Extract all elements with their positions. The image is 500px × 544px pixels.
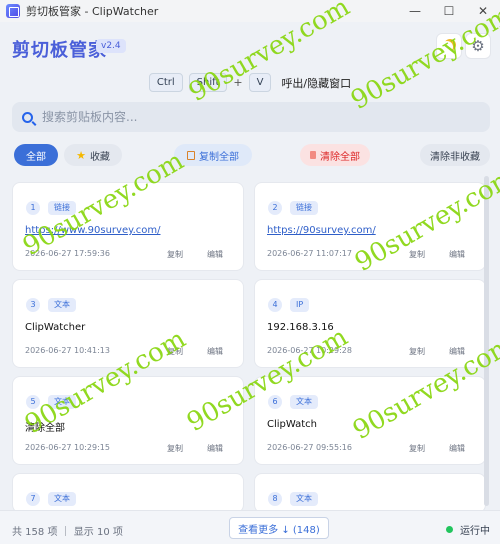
item-count: 共 158 项 ｜ 显示 10 项 xyxy=(12,527,123,538)
clip-card[interactable]: 3 文本 ClipWatcher 2026-06-27 10:41:13 复制 … xyxy=(12,279,244,368)
card-timestamp: 2026-06-27 09:55:16 xyxy=(267,443,352,452)
minimize-button[interactable]: — xyxy=(398,0,432,22)
card-number: 7 xyxy=(26,492,40,506)
card-number: 3 xyxy=(26,298,40,312)
card-timestamp: 2026-06-27 10:41:13 xyxy=(25,346,110,355)
card-copy-button[interactable]: 复制 xyxy=(167,346,183,357)
card-type-tag: 文本 xyxy=(290,395,318,409)
card-copy-button[interactable]: 复制 xyxy=(167,249,183,260)
card-edit-button[interactable]: 编辑 xyxy=(207,249,223,260)
search-icon xyxy=(22,111,33,123)
close-button[interactable]: ✕ xyxy=(466,0,500,22)
card-content: 192.168.3.16 xyxy=(267,322,334,333)
card-type-tag: 链接 xyxy=(290,201,318,215)
filter-favorites-label: 收藏 xyxy=(89,151,110,163)
card-type-tag: 文本 xyxy=(290,492,318,506)
card-type-tag: 链接 xyxy=(48,201,76,215)
card-number: 8 xyxy=(268,492,282,506)
card-timestamp: 2026-06-27 10:29:15 xyxy=(25,443,110,452)
card-content: ClipWatcher xyxy=(25,322,86,333)
card-edit-button[interactable]: 编辑 xyxy=(449,249,465,260)
card-edit-button[interactable]: 编辑 xyxy=(207,443,223,454)
card-copy-button[interactable]: 复制 xyxy=(409,249,425,260)
filter-favorites-button[interactable]: ★ 收藏 xyxy=(64,144,122,166)
window-title: 剪切板管家 - ClipWatcher xyxy=(26,5,159,18)
status-label: 运行中 xyxy=(460,526,490,537)
filter-all-button[interactable]: 全部 xyxy=(14,144,58,166)
card-edit-button[interactable]: 编辑 xyxy=(449,443,465,454)
app-logo-icon xyxy=(6,4,20,18)
clear-all-button[interactable]: 清除全部 xyxy=(300,144,370,166)
clear-non-favorites-label: 清除非收藏 xyxy=(430,151,480,163)
shortcut-hint: Ctrl Shift + V 呼出/隐藏窗口 xyxy=(0,73,500,92)
footer: 共 158 项 ｜ 显示 10 项 查看更多 ↓ (148) 运行中 xyxy=(0,510,500,544)
card-type-tag: 文本 xyxy=(48,395,76,409)
load-more-button[interactable]: 查看更多 ↓ (148) xyxy=(229,517,329,539)
card-timestamp: 2026-06-27 10:29:28 xyxy=(267,346,352,355)
maximize-button[interactable]: ☐ xyxy=(432,0,466,22)
version-badge: v2.4 xyxy=(96,39,126,53)
search-bar xyxy=(12,102,490,132)
moon-icon xyxy=(441,41,453,53)
clip-card[interactable]: 8 文本 xyxy=(254,473,486,513)
clip-card[interactable]: 2 链接 https://90survey.com/ 2026-06-27 11… xyxy=(254,182,486,271)
title-bar: 剪切板管家 - ClipWatcher — ☐ ✕ xyxy=(0,0,500,22)
card-number: 1 xyxy=(26,201,40,215)
card-timestamp: 2026-06-27 11:07:17 xyxy=(267,249,352,258)
settings-button[interactable]: ⚙ xyxy=(465,33,491,59)
card-copy-button[interactable]: 复制 xyxy=(409,346,425,357)
clipboard-icon xyxy=(187,150,195,160)
card-content: ClipWatch xyxy=(267,419,318,430)
scrollbar[interactable] xyxy=(484,176,489,506)
status-dot-icon xyxy=(446,526,453,533)
card-type-tag: 文本 xyxy=(48,298,76,312)
card-type-tag: 文本 xyxy=(48,492,76,506)
copy-all-label: 复制全部 xyxy=(199,151,239,163)
shortcut-label: 呼出/隐藏窗口 xyxy=(281,76,352,90)
key-shift: Shift xyxy=(188,73,228,92)
clip-card[interactable]: 4 IP 192.168.3.16 2026-06-27 10:29:28 复制… xyxy=(254,279,486,368)
card-edit-button[interactable]: 编辑 xyxy=(449,346,465,357)
card-edit-button[interactable]: 编辑 xyxy=(207,346,223,357)
card-copy-button[interactable]: 复制 xyxy=(409,443,425,454)
status-indicator: 运行中 xyxy=(446,522,490,537)
card-copy-button[interactable]: 复制 xyxy=(167,443,183,454)
search-input[interactable] xyxy=(42,110,462,124)
card-type-tag: IP xyxy=(290,298,310,312)
card-number: 2 xyxy=(268,201,282,215)
key-ctrl: Ctrl xyxy=(148,73,183,92)
card-number: 5 xyxy=(26,395,40,409)
filter-all-label: 全部 xyxy=(26,151,46,163)
copy-all-button[interactable]: 复制全部 xyxy=(174,144,252,166)
app-title: 剪切板管家 xyxy=(12,40,107,61)
key-v: V xyxy=(248,73,272,92)
card-content: 清除全部 xyxy=(25,423,65,434)
clip-card[interactable]: 1 链接 https://www.90survey.com/ 2026-06-2… xyxy=(12,182,244,271)
trash-icon xyxy=(310,151,316,159)
clip-card[interactable]: 7 文本 xyxy=(12,473,244,513)
card-number: 6 xyxy=(268,395,282,409)
clear-non-favorites-button[interactable]: 清除非收藏 xyxy=(420,144,490,166)
card-timestamp: 2026-06-27 17:59:36 xyxy=(25,249,110,258)
card-content[interactable]: https://www.90survey.com/ xyxy=(25,225,161,236)
clip-card[interactable]: 6 文本 ClipWatch 2026-06-27 09:55:16 复制 编辑 xyxy=(254,376,486,465)
star-icon: ★ xyxy=(76,148,86,162)
clip-card[interactable]: 5 文本 清除全部 2026-06-27 10:29:15 复制 编辑 xyxy=(12,376,244,465)
card-content[interactable]: https://90survey.com/ xyxy=(267,225,376,236)
clear-all-label: 清除全部 xyxy=(320,151,360,163)
gear-icon: ⚙ xyxy=(471,36,485,55)
theme-toggle-button[interactable] xyxy=(436,33,462,59)
plus-sign: + xyxy=(233,76,243,89)
card-number: 4 xyxy=(268,298,282,312)
